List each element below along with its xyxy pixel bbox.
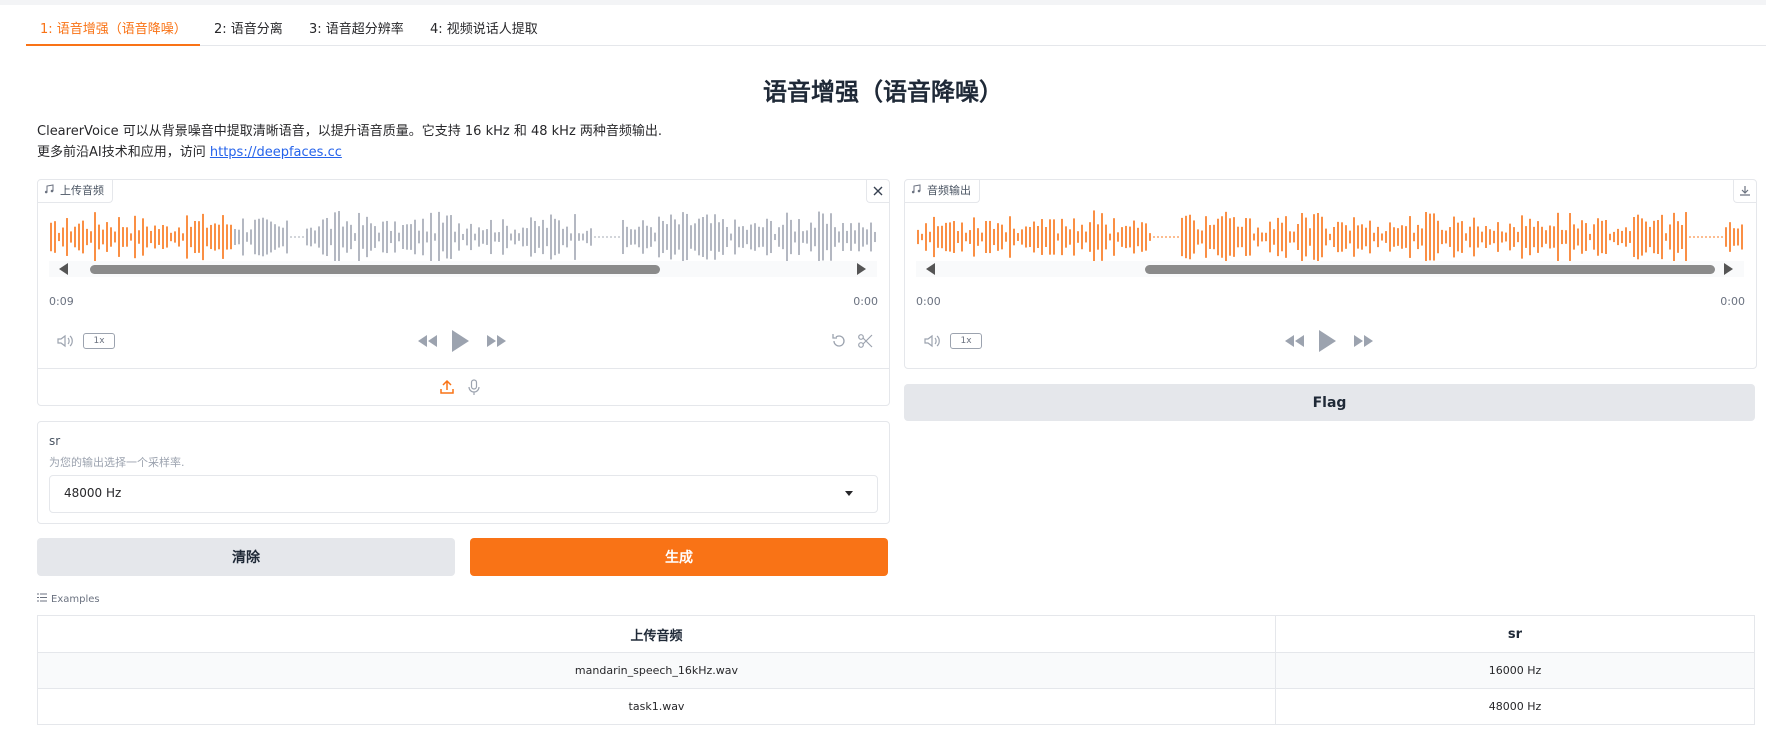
- output-audio-label: 音频输出: [905, 180, 980, 203]
- output-scroll-thumb[interactable]: [1145, 265, 1715, 274]
- sr-info: 为您的输出选择一个采样率.: [49, 456, 185, 469]
- scroll-right-arrow-icon[interactable]: [857, 263, 866, 275]
- list-icon: [37, 593, 47, 605]
- scroll-left-arrow-icon[interactable]: [59, 263, 68, 275]
- input-end-time: 0:00: [853, 295, 878, 308]
- example-cell-sr[interactable]: 48000 Hz: [1275, 688, 1755, 725]
- output-audio-panel: 音频输出 0:00 0:00 1x: [904, 179, 1757, 369]
- output-current-time: 0:00: [916, 295, 941, 308]
- examples-header-row: 上传音频 sr: [37, 615, 1755, 653]
- description-line-1: ClearerVoice 可以从背景噪音中提取清晰语音，以提升语音质量。它支持 …: [37, 124, 663, 139]
- input-current-time: 0:09: [49, 295, 74, 308]
- scissors-icon[interactable]: [856, 332, 874, 350]
- close-icon[interactable]: [866, 180, 889, 203]
- examples-column-header: sr: [1275, 615, 1755, 653]
- output-end-time: 0:00: [1720, 295, 1745, 308]
- description-prefix: 更多前沿AI技术和应用，访问: [37, 145, 210, 160]
- deepfaces-link[interactable]: https://deepfaces.cc: [210, 145, 342, 160]
- forward-icon[interactable]: [486, 332, 508, 350]
- description-line-2: 更多前沿AI技术和应用，访问 https://deepfaces.cc: [37, 142, 662, 163]
- examples-column-header: 上传音频: [37, 615, 1276, 653]
- tab-speech-enhancement[interactable]: 1: 语音增强（语音降噪）: [26, 16, 200, 46]
- input-scrollbar[interactable]: [49, 261, 877, 277]
- tab-label: 1: 语音增强（语音降噪）: [40, 22, 187, 37]
- chevron-down-icon[interactable]: [845, 491, 853, 496]
- table-row[interactable]: mandarin_speech_16kHz.wav 16000 Hz: [37, 652, 1755, 689]
- generate-button[interactable]: 生成: [470, 538, 888, 576]
- examples-table: 上传音频 sr mandarin_speech_16kHz.wav 16000 …: [37, 615, 1755, 725]
- scroll-right-arrow-icon[interactable]: [1724, 263, 1733, 275]
- example-cell-audio[interactable]: task1.wav: [37, 688, 1276, 725]
- scroll-left-arrow-icon[interactable]: [926, 263, 935, 275]
- input-scroll-thumb[interactable]: [90, 265, 660, 274]
- page-title: 语音增强（语音降噪）: [763, 78, 1003, 106]
- upload-audio-label: 上传音频: [38, 180, 113, 203]
- music-icon: [44, 180, 54, 202]
- tab-video-speaker-extraction[interactable]: 4: 视频说话人提取: [430, 16, 538, 44]
- download-icon[interactable]: [1733, 180, 1756, 203]
- audio-source-bar: [38, 368, 889, 405]
- examples-label: Examples: [51, 593, 100, 605]
- output-waveform[interactable]: [916, 207, 1744, 267]
- microphone-icon[interactable]: [465, 378, 483, 396]
- output-scrollbar[interactable]: [916, 261, 1744, 277]
- example-cell-sr[interactable]: 16000 Hz: [1275, 652, 1755, 689]
- clear-button[interactable]: 清除: [37, 538, 455, 576]
- music-icon: [911, 180, 921, 202]
- sr-select[interactable]: 48000 Hz: [49, 475, 878, 513]
- output-audio-label-text: 音频输出: [927, 184, 971, 197]
- upload-icon[interactable]: [438, 378, 456, 396]
- tab-label: 3: 语音超分辨率: [309, 22, 404, 37]
- play-icon[interactable]: [1316, 327, 1338, 355]
- undo-icon[interactable]: [830, 332, 848, 350]
- tab-speech-separation[interactable]: 2: 语音分离: [214, 16, 283, 44]
- tab-speech-super-resolution[interactable]: 3: 语音超分辨率: [309, 16, 404, 44]
- example-cell-audio[interactable]: mandarin_speech_16kHz.wav: [37, 652, 1276, 689]
- upload-audio-label-text: 上传音频: [60, 184, 104, 197]
- volume-icon[interactable]: [55, 332, 75, 350]
- sr-block: sr 为您的输出选择一个采样率. 48000 Hz: [37, 421, 890, 524]
- tab-label: 2: 语音分离: [214, 22, 283, 37]
- volume-icon[interactable]: [922, 332, 942, 350]
- playback-rate-button[interactable]: 1x: [950, 333, 982, 349]
- playback-rate-button[interactable]: 1x: [83, 333, 115, 349]
- sr-select-value: 48000 Hz: [64, 486, 122, 500]
- tab-label: 4: 视频说话人提取: [430, 22, 538, 37]
- table-row[interactable]: task1.wav 48000 Hz: [37, 688, 1755, 725]
- tab-bar: 1: 语音增强（语音降噪） 2: 语音分离 3: 语音超分辨率 4: 视频说话人…: [26, 16, 1766, 46]
- page-description: ClearerVoice 可以从背景噪音中提取清晰语音，以提升语音质量。它支持 …: [37, 121, 662, 163]
- upload-audio-panel: 上传音频 0:09 0:00 1x: [37, 179, 890, 406]
- input-waveform[interactable]: [49, 207, 877, 267]
- flag-button[interactable]: Flag: [904, 384, 1755, 421]
- sr-label: sr: [49, 434, 61, 448]
- rewind-icon[interactable]: [416, 332, 438, 350]
- top-strip: [0, 0, 1766, 5]
- forward-icon[interactable]: [1353, 332, 1375, 350]
- examples-header: Examples: [37, 593, 100, 605]
- rewind-icon[interactable]: [1283, 332, 1305, 350]
- play-icon[interactable]: [449, 327, 471, 355]
